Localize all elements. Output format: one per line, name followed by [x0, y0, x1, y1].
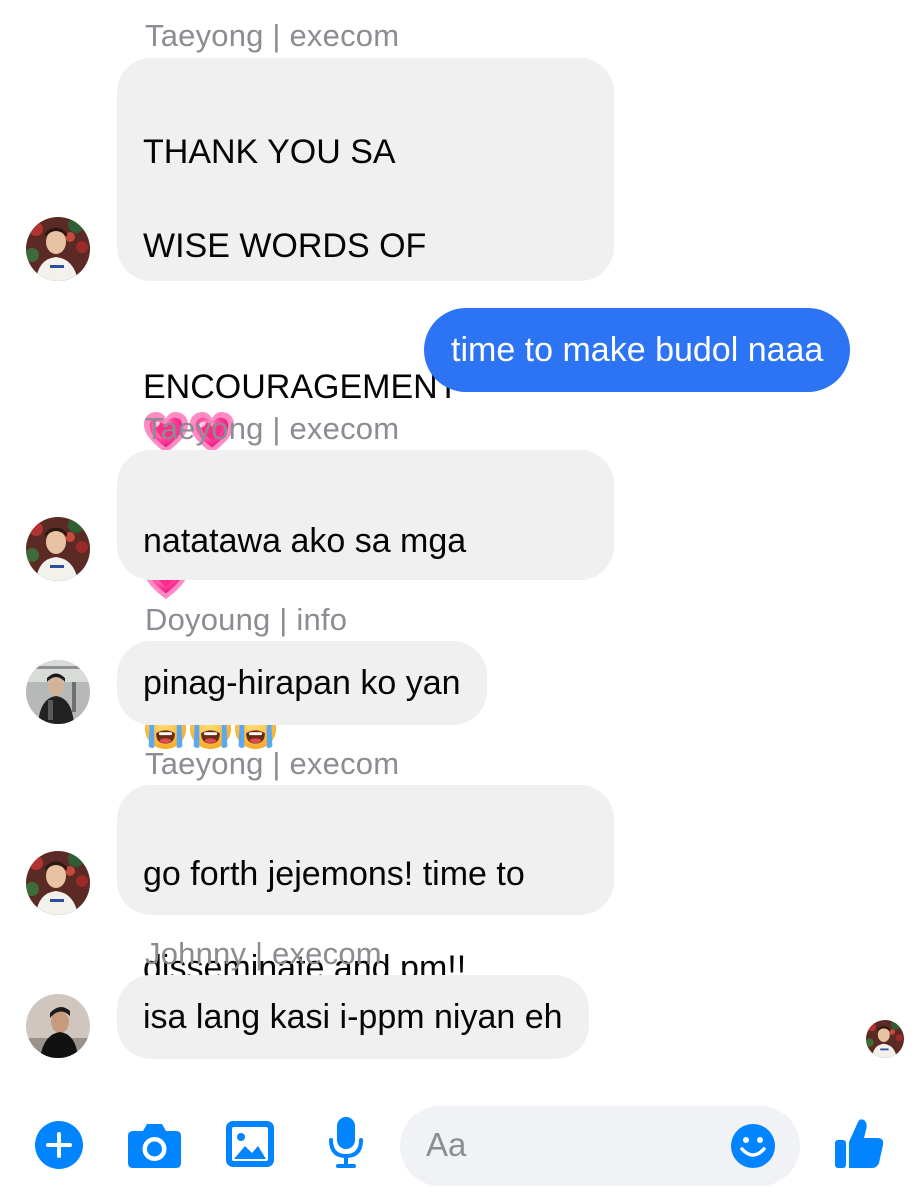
message-bubble-incoming[interactable]: natatawa ako sa mga template [117, 450, 614, 580]
message-line: natatawa ako sa mga [143, 522, 467, 560]
microphone-icon[interactable] [328, 1116, 364, 1170]
message-input-placeholder: Aa [426, 1126, 467, 1163]
taeyong-avatar[interactable] [26, 851, 90, 915]
message-line: ENCOURAGEMENT [143, 368, 459, 406]
johnny-avatar[interactable] [26, 994, 90, 1058]
seen-indicator-avatar [866, 1020, 904, 1058]
camera-icon[interactable] [127, 1121, 182, 1169]
message-bubble-incoming[interactable]: isa lang kasi i-ppm niyan eh [117, 975, 589, 1059]
plus-icon[interactable] [34, 1120, 84, 1170]
message-line: go forth jejemons! time to [143, 855, 525, 893]
message-line: WISE WORDS OF [143, 227, 427, 265]
thumbs-up-icon[interactable] [834, 1118, 884, 1170]
message-bubble-incoming[interactable]: pinag-hirapan ko yan [117, 641, 487, 725]
sender-name: Taeyong | execom [145, 18, 400, 53]
image-icon[interactable] [225, 1120, 275, 1168]
taeyong-avatar[interactable] [26, 217, 90, 281]
message-line: THANK YOU SA [143, 133, 396, 171]
sender-name: Taeyong | execom [145, 411, 400, 446]
sender-name: Doyoung | info [145, 602, 348, 637]
message-input[interactable]: Aa [400, 1106, 800, 1186]
message-bubble-incoming[interactable]: go forth jejemons! time to disseminate a… [117, 785, 614, 987]
smiley-icon[interactable] [730, 1123, 776, 1169]
sender-name: Taeyong | execom [145, 746, 400, 781]
taeyong-avatar[interactable] [26, 517, 90, 581]
doyoung-avatar[interactable] [26, 660, 90, 724]
sender-name: Johnny | execom [145, 936, 382, 971]
message-bubble-outgoing[interactable]: time to make budol naaa [424, 308, 851, 392]
message-bubble-incoming[interactable]: THANK YOU SA WISE WORDS OF ENCOURAGEMENT [117, 58, 614, 281]
